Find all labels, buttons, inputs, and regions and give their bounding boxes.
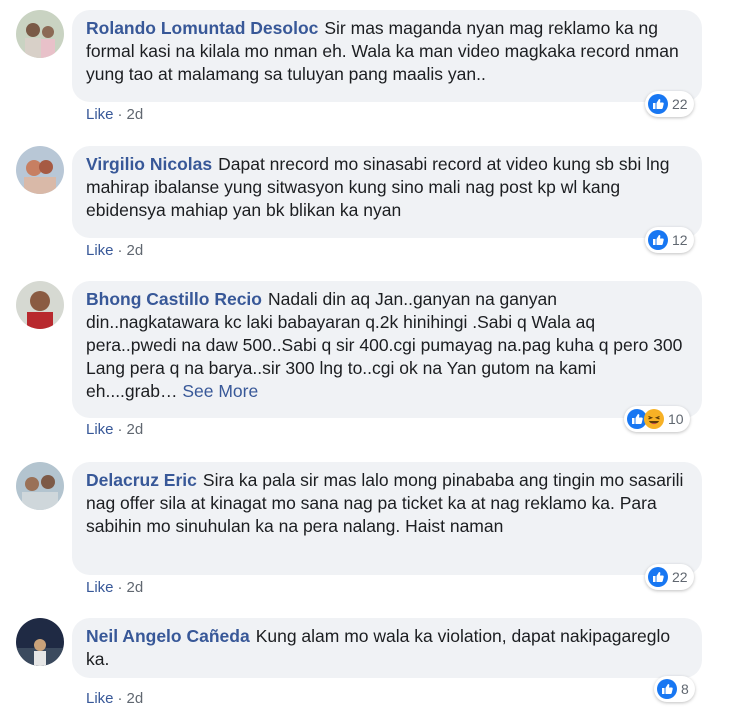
comment-bubble: Rolando Lomuntad Desoloc Sir mas maganda … (72, 10, 702, 102)
separator-dot: · (117, 421, 123, 438)
haha-icon (644, 409, 664, 429)
avatar[interactable] (16, 618, 64, 666)
comment-body: Bhong Castillo Recio Nadali din aq Jan..g… (86, 288, 688, 403)
reaction-count: 12 (672, 232, 688, 248)
like-link[interactable]: Like (86, 421, 114, 438)
comment-bubble: Neil Angelo Cañeda Kung alam mo wala ka v… (72, 618, 702, 678)
avatar[interactable] (16, 146, 64, 194)
comment-bubble: Delacruz Eric Sira ka pala sir mas lalo m… (72, 462, 702, 575)
comment-bubble: Virgilio Nicolas Dapat nrecord mo sinasab… (72, 146, 702, 238)
comment-meta: Like · 2d (86, 242, 143, 259)
separator-dot: · (117, 690, 123, 707)
like-icon (648, 230, 668, 250)
like-icon (648, 94, 668, 114)
comment-meta: Like · 2d (86, 421, 143, 438)
reaction-count: 8 (681, 681, 689, 697)
separator-dot: · (117, 242, 123, 259)
comment-meta: Like · 2d (86, 579, 143, 596)
comment-author[interactable]: Virgilio Nicolas (86, 154, 212, 174)
reaction-summary[interactable]: 10 (624, 406, 690, 432)
like-link[interactable]: Like (86, 242, 114, 259)
reaction-count: 22 (672, 569, 688, 585)
reaction-summary[interactable]: 22 (645, 564, 694, 590)
reaction-summary[interactable]: 8 (654, 676, 695, 702)
comment-author[interactable]: Delacruz Eric (86, 470, 197, 490)
avatar[interactable] (16, 10, 64, 58)
comment-author[interactable]: Neil Angelo Cañeda (86, 626, 250, 646)
comment-body: Delacruz Eric Sira ka pala sir mas lalo m… (86, 469, 688, 538)
comment-meta: Like · 2d (86, 690, 143, 707)
like-link[interactable]: Like (86, 690, 114, 707)
comment-body: Virgilio Nicolas Dapat nrecord mo sinasab… (86, 153, 688, 222)
separator-dot: · (117, 106, 123, 123)
like-link[interactable]: Like (86, 106, 114, 123)
comment-body: Rolando Lomuntad Desoloc Sir mas maganda … (86, 17, 688, 86)
comment-time[interactable]: 2d (127, 421, 144, 438)
comment-time[interactable]: 2d (127, 579, 144, 596)
comment-time[interactable]: 2d (127, 242, 144, 259)
avatar[interactable] (16, 462, 64, 510)
see-more-link[interactable]: See More (182, 381, 258, 401)
comment-bubble: Bhong Castillo Recio Nadali din aq Jan..g… (72, 281, 702, 418)
reaction-count: 22 (672, 96, 688, 112)
comment-body: Neil Angelo Cañeda Kung alam mo wala ka v… (86, 625, 688, 671)
comment-time[interactable]: 2d (127, 690, 144, 707)
comment-meta: Like · 2d (86, 106, 143, 123)
comment-author[interactable]: Rolando Lomuntad Desoloc (86, 18, 318, 38)
like-link[interactable]: Like (86, 579, 114, 596)
comment-time[interactable]: 2d (127, 106, 144, 123)
comment-author[interactable]: Bhong Castillo Recio (86, 289, 262, 309)
avatar[interactable] (16, 281, 64, 329)
reaction-summary[interactable]: 22 (645, 91, 694, 117)
separator-dot: · (117, 579, 123, 596)
reaction-summary[interactable]: 12 (645, 227, 694, 253)
reaction-count: 10 (668, 411, 684, 427)
like-icon (657, 679, 677, 699)
like-icon (648, 567, 668, 587)
